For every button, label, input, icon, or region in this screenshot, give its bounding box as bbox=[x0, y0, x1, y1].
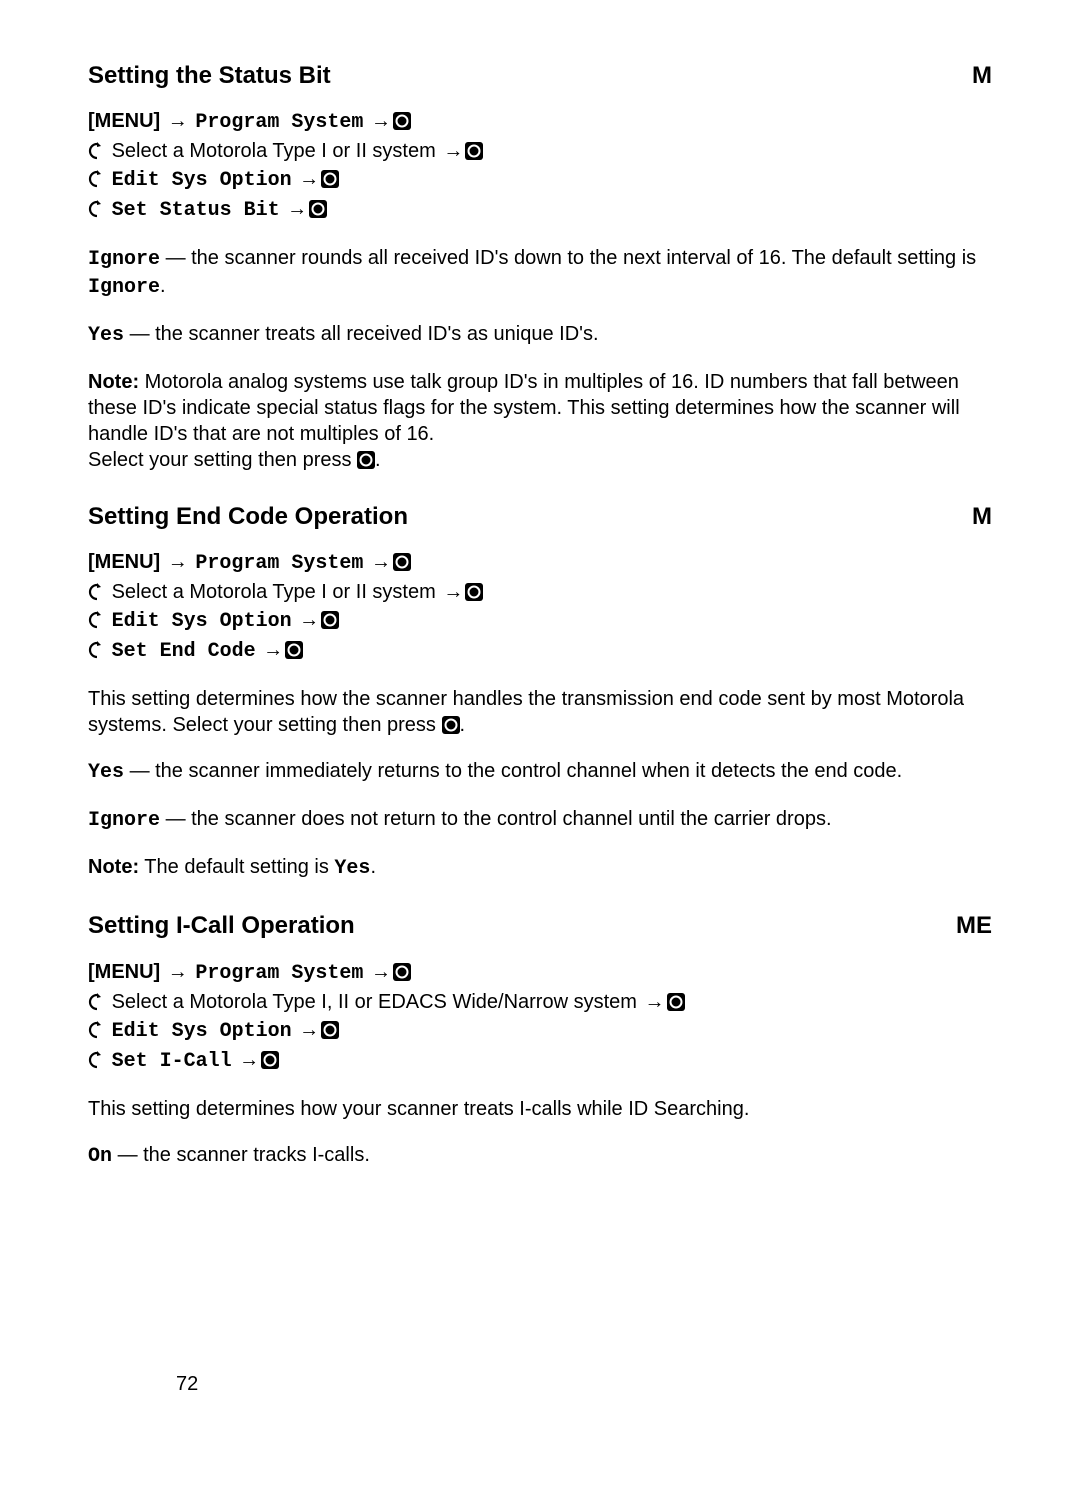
nav-select-text: Select a Motorola Type I or II system bbox=[112, 581, 436, 603]
paragraph-text: — the scanner does not return to the con… bbox=[160, 808, 831, 830]
arrow-icon: → bbox=[299, 1016, 319, 1044]
scroll-icon bbox=[88, 581, 106, 609]
enter-icon bbox=[465, 581, 483, 609]
arrow-icon: → bbox=[371, 958, 391, 986]
scroll-icon bbox=[88, 1049, 106, 1077]
note-label: Note: bbox=[88, 371, 139, 393]
nav-step: Edit Sys Option bbox=[112, 169, 292, 192]
enter-icon bbox=[465, 140, 483, 168]
enter-icon bbox=[285, 639, 303, 667]
section-tag: ME bbox=[956, 910, 992, 941]
arrow-icon: → bbox=[239, 1046, 259, 1074]
paragraph: Ignore — the scanner rounds all received… bbox=[88, 245, 992, 301]
option-label: Ignore bbox=[88, 809, 160, 832]
paragraph-text: . bbox=[460, 714, 466, 736]
page-number: 72 bbox=[176, 1371, 198, 1397]
arrow-icon: → bbox=[443, 137, 463, 165]
nav-select-text: Select a Motorola Type I or II system bbox=[112, 140, 436, 162]
nav-block: [MENU] → Program System → Select a Motor… bbox=[88, 548, 992, 666]
scroll-icon bbox=[88, 198, 106, 226]
enter-icon bbox=[357, 450, 375, 476]
scroll-icon bbox=[88, 991, 106, 1019]
nav-step: Edit Sys Option bbox=[112, 1020, 292, 1043]
paragraph-text: . bbox=[370, 856, 376, 878]
arrow-icon: → bbox=[645, 988, 665, 1016]
paragraph: This setting determines how your scanner… bbox=[88, 1096, 992, 1122]
enter-icon bbox=[442, 715, 460, 741]
option-label: Yes bbox=[334, 857, 370, 880]
paragraph: Note: Motorola analog systems use talk g… bbox=[88, 369, 992, 473]
enter-icon bbox=[667, 991, 685, 1019]
enter-icon bbox=[321, 168, 339, 196]
option-label: Ignore bbox=[88, 248, 160, 271]
nav-select-text: Select a Motorola Type I, II or EDACS Wi… bbox=[112, 991, 637, 1013]
section-title: Setting I-Call Operation bbox=[88, 910, 355, 941]
nav-block: [MENU] → Program System → Select a Motor… bbox=[88, 958, 992, 1076]
menu-label: [MENU] bbox=[88, 110, 160, 132]
paragraph: Note: The default setting is Yes. bbox=[88, 854, 992, 882]
nav-step: Set End Code bbox=[112, 640, 256, 663]
section-header: Setting End Code Operation M bbox=[88, 501, 992, 532]
paragraph: On — the scanner tracks I-calls. bbox=[88, 1142, 992, 1170]
scroll-icon bbox=[88, 609, 106, 637]
paragraph-text: — the scanner treats all received ID's a… bbox=[124, 323, 599, 345]
paragraph-text: This setting determines how your scanner… bbox=[88, 1098, 749, 1120]
nav-step: Program System bbox=[195, 962, 363, 985]
section-header: Setting I-Call Operation ME bbox=[88, 910, 992, 941]
paragraph-text: Motorola analog systems use talk group I… bbox=[88, 371, 960, 445]
section-header: Setting the Status Bit M bbox=[88, 60, 992, 91]
nav-step: Program System bbox=[195, 111, 363, 134]
enter-icon bbox=[309, 198, 327, 226]
section-title: Setting End Code Operation bbox=[88, 501, 408, 532]
arrow-icon: → bbox=[168, 958, 188, 986]
paragraph-text: — the scanner rounds all received ID's d… bbox=[160, 247, 976, 269]
enter-icon bbox=[393, 961, 411, 989]
arrow-icon: → bbox=[443, 578, 463, 606]
arrow-icon: → bbox=[299, 606, 319, 634]
paragraph: Ignore — the scanner does not return to … bbox=[88, 806, 992, 834]
arrow-icon: → bbox=[299, 165, 319, 193]
arrow-icon: → bbox=[168, 548, 188, 576]
arrow-icon: → bbox=[263, 636, 283, 664]
scroll-icon bbox=[88, 140, 106, 168]
arrow-icon: → bbox=[371, 107, 391, 135]
nav-step: Program System bbox=[195, 552, 363, 575]
enter-icon bbox=[321, 1019, 339, 1047]
note-label: Note: bbox=[88, 856, 139, 878]
paragraph-text: — the scanner tracks I-calls. bbox=[112, 1144, 370, 1166]
option-label: Yes bbox=[88, 761, 124, 784]
paragraph-text: . bbox=[160, 275, 166, 297]
paragraph: Yes — the scanner treats all received ID… bbox=[88, 321, 992, 349]
option-label: Yes bbox=[88, 324, 124, 347]
menu-label: [MENU] bbox=[88, 551, 160, 573]
nav-step: Set Status Bit bbox=[112, 199, 280, 222]
option-label: On bbox=[88, 1145, 112, 1168]
paragraph: This setting determines how the scanner … bbox=[88, 686, 992, 738]
enter-icon bbox=[261, 1049, 279, 1077]
enter-icon bbox=[393, 551, 411, 579]
paragraph-text: . bbox=[375, 449, 381, 471]
page-content: Setting the Status Bit M [MENU] → Program … bbox=[88, 60, 992, 1170]
arrow-icon: → bbox=[371, 548, 391, 576]
paragraph-text: Select your setting then press bbox=[88, 449, 357, 471]
arrow-icon: → bbox=[287, 195, 307, 223]
nav-step: Set I-Call bbox=[112, 1050, 232, 1073]
section-tag: M bbox=[972, 501, 992, 532]
menu-label: [MENU] bbox=[88, 961, 160, 983]
section-title: Setting the Status Bit bbox=[88, 60, 331, 91]
paragraph-text: The default setting is bbox=[139, 856, 334, 878]
scroll-icon bbox=[88, 1019, 106, 1047]
section-tag: M bbox=[972, 60, 992, 91]
arrow-icon: → bbox=[168, 107, 188, 135]
option-label: Ignore bbox=[88, 276, 160, 299]
scroll-icon bbox=[88, 168, 106, 196]
paragraph: Yes — the scanner immediately returns to… bbox=[88, 758, 992, 786]
enter-icon bbox=[321, 609, 339, 637]
paragraph-text: — the scanner immediately returns to the… bbox=[124, 760, 902, 782]
nav-step: Edit Sys Option bbox=[112, 610, 292, 633]
nav-block: [MENU] → Program System → Select a Motor… bbox=[88, 107, 992, 225]
paragraph-text: This setting determines how the scanner … bbox=[88, 688, 964, 736]
enter-icon bbox=[393, 110, 411, 138]
scroll-icon bbox=[88, 639, 106, 667]
